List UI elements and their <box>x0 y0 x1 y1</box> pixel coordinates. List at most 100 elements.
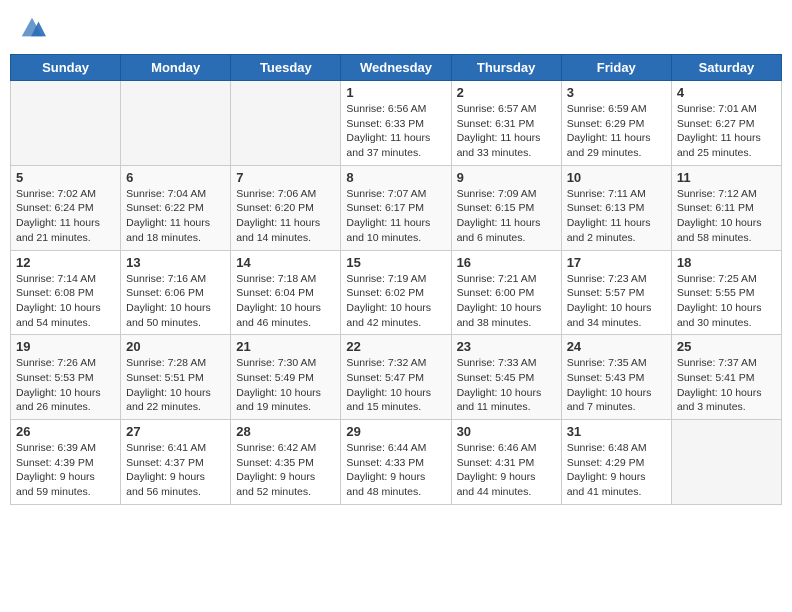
calendar-cell: 25 Sunrise: 7:37 AM Sunset: 5:41 PM Dayl… <box>671 335 781 420</box>
calendar-cell: 24 Sunrise: 7:35 AM Sunset: 5:43 PM Dayl… <box>561 335 671 420</box>
weekday-header: Thursday <box>451 55 561 81</box>
sunrise-text: Sunrise: 7:37 AM <box>677 357 757 369</box>
sunrise-text: Sunrise: 6:44 AM <box>346 442 426 454</box>
calendar-cell: 31 Sunrise: 6:48 AM Sunset: 4:29 PM Dayl… <box>561 420 671 505</box>
sunset-text: Sunset: 6:11 PM <box>677 202 754 214</box>
calendar-cell: 27 Sunrise: 6:41 AM Sunset: 4:37 PM Dayl… <box>121 420 231 505</box>
calendar-week-row: 26 Sunrise: 6:39 AM Sunset: 4:39 PM Dayl… <box>11 420 782 505</box>
cell-content: Sunrise: 6:44 AM Sunset: 4:33 PM Dayligh… <box>346 441 445 500</box>
weekday-header: Monday <box>121 55 231 81</box>
sunrise-text: Sunrise: 7:33 AM <box>457 357 537 369</box>
cell-content: Sunrise: 7:23 AM Sunset: 5:57 PM Dayligh… <box>567 272 666 331</box>
calendar-week-row: 12 Sunrise: 7:14 AM Sunset: 6:08 PM Dayl… <box>11 250 782 335</box>
day-number: 24 <box>567 339 666 354</box>
calendar-cell: 21 Sunrise: 7:30 AM Sunset: 5:49 PM Dayl… <box>231 335 341 420</box>
sunset-text: Sunset: 4:39 PM <box>16 457 94 469</box>
cell-content: Sunrise: 7:35 AM Sunset: 5:43 PM Dayligh… <box>567 356 666 415</box>
daylight-text: Daylight: 11 hours and 33 minutes. <box>457 132 541 159</box>
logo <box>18 14 48 42</box>
day-number: 18 <box>677 255 776 270</box>
sunset-text: Sunset: 4:33 PM <box>346 457 424 469</box>
day-number: 13 <box>126 255 225 270</box>
day-number: 19 <box>16 339 115 354</box>
day-number: 3 <box>567 85 666 100</box>
sunrise-text: Sunrise: 7:04 AM <box>126 188 206 200</box>
sunset-text: Sunset: 5:45 PM <box>457 372 535 384</box>
weekday-header: Friday <box>561 55 671 81</box>
cell-content: Sunrise: 6:48 AM Sunset: 4:29 PM Dayligh… <box>567 441 666 500</box>
sunrise-text: Sunrise: 7:11 AM <box>567 188 646 200</box>
daylight-text: Daylight: 10 hours and 3 minutes. <box>677 387 762 414</box>
sunrise-text: Sunrise: 6:56 AM <box>346 103 426 115</box>
sunset-text: Sunset: 5:43 PM <box>567 372 645 384</box>
day-number: 10 <box>567 170 666 185</box>
calendar-cell: 20 Sunrise: 7:28 AM Sunset: 5:51 PM Dayl… <box>121 335 231 420</box>
calendar-cell: 18 Sunrise: 7:25 AM Sunset: 5:55 PM Dayl… <box>671 250 781 335</box>
daylight-text: Daylight: 10 hours and 46 minutes. <box>236 302 321 329</box>
sunrise-text: Sunrise: 7:30 AM <box>236 357 316 369</box>
day-number: 14 <box>236 255 335 270</box>
day-number: 11 <box>677 170 776 185</box>
daylight-text: Daylight: 9 hours and 48 minutes. <box>346 471 425 498</box>
sunset-text: Sunset: 6:08 PM <box>16 287 94 299</box>
weekday-header: Wednesday <box>341 55 451 81</box>
sunset-text: Sunset: 5:51 PM <box>126 372 204 384</box>
sunrise-text: Sunrise: 7:14 AM <box>16 273 96 285</box>
sunset-text: Sunset: 5:41 PM <box>677 372 755 384</box>
cell-content: Sunrise: 7:01 AM Sunset: 6:27 PM Dayligh… <box>677 102 776 161</box>
sunset-text: Sunset: 4:37 PM <box>126 457 204 469</box>
cell-content: Sunrise: 6:56 AM Sunset: 6:33 PM Dayligh… <box>346 102 445 161</box>
sunset-text: Sunset: 6:31 PM <box>457 118 535 130</box>
calendar-week-row: 1 Sunrise: 6:56 AM Sunset: 6:33 PM Dayli… <box>11 81 782 166</box>
cell-content: Sunrise: 6:57 AM Sunset: 6:31 PM Dayligh… <box>457 102 556 161</box>
sunrise-text: Sunrise: 7:01 AM <box>677 103 757 115</box>
sunrise-text: Sunrise: 7:07 AM <box>346 188 426 200</box>
day-number: 6 <box>126 170 225 185</box>
calendar-cell <box>121 81 231 166</box>
daylight-text: Daylight: 11 hours and 21 minutes. <box>16 217 100 244</box>
weekday-header: Saturday <box>671 55 781 81</box>
page-header <box>10 10 782 46</box>
calendar-table: SundayMondayTuesdayWednesdayThursdayFrid… <box>10 54 782 505</box>
calendar-cell: 1 Sunrise: 6:56 AM Sunset: 6:33 PM Dayli… <box>341 81 451 166</box>
day-number: 17 <box>567 255 666 270</box>
daylight-text: Daylight: 11 hours and 37 minutes. <box>346 132 430 159</box>
cell-content: Sunrise: 7:25 AM Sunset: 5:55 PM Dayligh… <box>677 272 776 331</box>
calendar-cell: 5 Sunrise: 7:02 AM Sunset: 6:24 PM Dayli… <box>11 165 121 250</box>
sunset-text: Sunset: 5:47 PM <box>346 372 424 384</box>
day-number: 20 <box>126 339 225 354</box>
calendar-week-row: 19 Sunrise: 7:26 AM Sunset: 5:53 PM Dayl… <box>11 335 782 420</box>
sunset-text: Sunset: 4:35 PM <box>236 457 314 469</box>
sunset-text: Sunset: 6:00 PM <box>457 287 535 299</box>
day-number: 31 <box>567 424 666 439</box>
sunset-text: Sunset: 4:29 PM <box>567 457 645 469</box>
calendar-cell <box>231 81 341 166</box>
cell-content: Sunrise: 7:14 AM Sunset: 6:08 PM Dayligh… <box>16 272 115 331</box>
calendar-cell: 8 Sunrise: 7:07 AM Sunset: 6:17 PM Dayli… <box>341 165 451 250</box>
weekday-header: Sunday <box>11 55 121 81</box>
day-number: 26 <box>16 424 115 439</box>
sunrise-text: Sunrise: 7:21 AM <box>457 273 537 285</box>
cell-content: Sunrise: 7:26 AM Sunset: 5:53 PM Dayligh… <box>16 356 115 415</box>
sunset-text: Sunset: 5:49 PM <box>236 372 314 384</box>
sunrise-text: Sunrise: 7:32 AM <box>346 357 426 369</box>
daylight-text: Daylight: 10 hours and 54 minutes. <box>16 302 101 329</box>
daylight-text: Daylight: 10 hours and 34 minutes. <box>567 302 652 329</box>
calendar-cell: 9 Sunrise: 7:09 AM Sunset: 6:15 PM Dayli… <box>451 165 561 250</box>
sunrise-text: Sunrise: 6:48 AM <box>567 442 647 454</box>
calendar-cell: 13 Sunrise: 7:16 AM Sunset: 6:06 PM Dayl… <box>121 250 231 335</box>
calendar-cell: 12 Sunrise: 7:14 AM Sunset: 6:08 PM Dayl… <box>11 250 121 335</box>
cell-content: Sunrise: 7:16 AM Sunset: 6:06 PM Dayligh… <box>126 272 225 331</box>
day-number: 9 <box>457 170 556 185</box>
daylight-text: Daylight: 10 hours and 58 minutes. <box>677 217 762 244</box>
daylight-text: Daylight: 10 hours and 11 minutes. <box>457 387 542 414</box>
sunset-text: Sunset: 4:31 PM <box>457 457 535 469</box>
cell-content: Sunrise: 6:39 AM Sunset: 4:39 PM Dayligh… <box>16 441 115 500</box>
cell-content: Sunrise: 7:18 AM Sunset: 6:04 PM Dayligh… <box>236 272 335 331</box>
cell-content: Sunrise: 7:09 AM Sunset: 6:15 PM Dayligh… <box>457 187 556 246</box>
calendar-cell: 22 Sunrise: 7:32 AM Sunset: 5:47 PM Dayl… <box>341 335 451 420</box>
cell-content: Sunrise: 6:46 AM Sunset: 4:31 PM Dayligh… <box>457 441 556 500</box>
sunset-text: Sunset: 5:53 PM <box>16 372 94 384</box>
day-number: 7 <box>236 170 335 185</box>
weekday-header-row: SundayMondayTuesdayWednesdayThursdayFrid… <box>11 55 782 81</box>
